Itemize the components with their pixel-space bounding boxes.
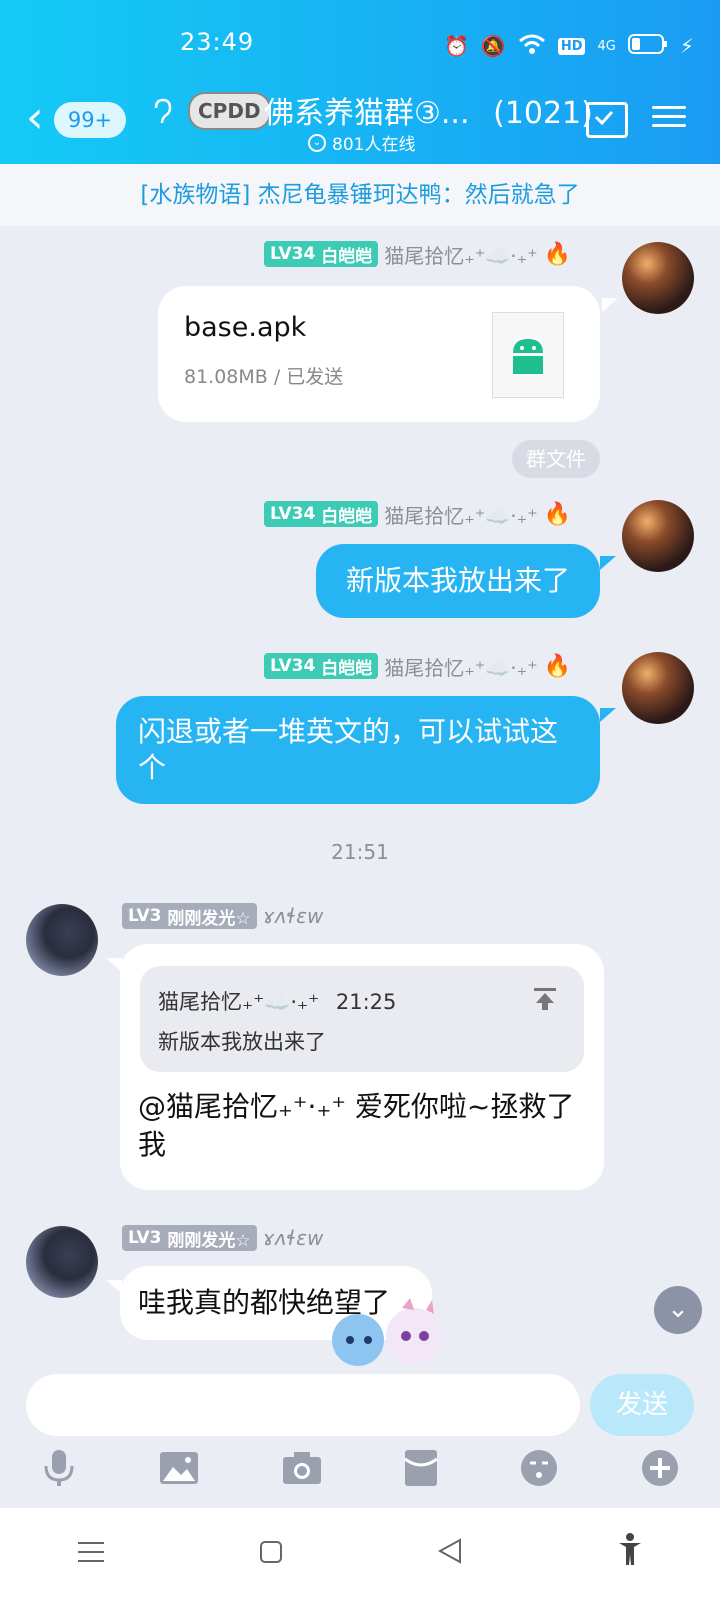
mute-icon: 🔕 xyxy=(480,34,506,58)
level-badge: LV34 白皑皑 xyxy=(264,241,379,267)
sender-name[interactable]: ɤʌɬɛw xyxy=(263,1226,324,1250)
sender-name[interactable]: 猫尾拾忆₊⁺☁️·₊⁺ xyxy=(384,500,538,529)
system-navigation-bar xyxy=(0,1508,720,1600)
avatar[interactable] xyxy=(622,500,694,572)
fire-icon: 🔥 xyxy=(543,241,572,267)
chevron-down-icon: ⌄ xyxy=(308,133,326,152)
file-card[interactable]: base.apk 81.08MB / 已发送 xyxy=(158,286,600,422)
wifi-icon xyxy=(518,33,546,60)
home-icon[interactable] xyxy=(259,1537,283,1572)
charging-icon: ⚡ xyxy=(679,34,694,58)
android-icon xyxy=(492,312,564,398)
unread-badge[interactable]: 99+ xyxy=(54,102,126,138)
chat-header: 23:49 ⏰ 🔕 HD 4G ⚡ ‹ 99+ CPDD 佛系养猫群③... (… xyxy=(0,0,720,164)
image-icon[interactable] xyxy=(159,1451,199,1494)
quoted-message[interactable]: 猫尾拾忆₊⁺☁️·₊⁺ 21:25 新版本我放出来了 xyxy=(140,966,584,1072)
sender-name[interactable]: 猫尾拾忆₊⁺☁️·₊⁺ xyxy=(384,652,538,681)
avatar[interactable] xyxy=(622,652,694,724)
sender-name[interactable]: 猫尾拾忆₊⁺☁️·₊⁺ xyxy=(384,240,538,269)
quote-header: 猫尾拾忆₊⁺☁️·₊⁺ 21:25 xyxy=(158,986,396,1016)
send-button[interactable]: 发送 xyxy=(590,1374,694,1436)
fire-icon: 🔥 xyxy=(543,501,572,527)
alarm-icon: ⏰ xyxy=(444,34,469,58)
signal-4g-icon: 4G xyxy=(597,38,616,54)
scroll-down-button[interactable]: ⌄ xyxy=(654,1286,702,1334)
bubble-tail xyxy=(602,298,618,312)
status-time: 23:49 xyxy=(180,28,255,56)
group-notice-bar[interactable]: [水族物语] 杰尼龟暴锤珂达鸭：然后就急了 xyxy=(0,164,720,226)
camera-icon[interactable] xyxy=(282,1451,322,1494)
avatar[interactable] xyxy=(26,904,98,976)
reply-bubble[interactable]: 猫尾拾忆₊⁺☁️·₊⁺ 21:25 新版本我放出来了 @猫尾拾忆₊⁺·₊⁺ 爱死… xyxy=(120,944,604,1190)
fire-icon: 🔥 xyxy=(543,653,572,679)
message-text: @猫尾拾忆₊⁺·₊⁺ 爱死你啦~拯救了我 xyxy=(138,1090,575,1161)
message-bubble[interactable]: 新版本我放出来了 xyxy=(316,544,600,618)
back-icon[interactable]: ‹ xyxy=(26,96,44,140)
battery-icon xyxy=(627,33,668,60)
accessibility-icon[interactable] xyxy=(617,1533,643,1575)
back-nav-icon[interactable] xyxy=(437,1537,462,1572)
group-name: 佛系养猫群③... xyxy=(264,96,470,131)
level-badge: LV34 白皑皑 xyxy=(264,653,379,679)
quote-sender: 猫尾拾忆₊⁺☁️·₊⁺ xyxy=(158,990,320,1014)
group-title[interactable]: 佛系养猫群③... (1021) xyxy=(264,88,593,132)
bubble-tail xyxy=(600,556,616,570)
avatar[interactable] xyxy=(26,1226,98,1298)
file-info: 81.08MB / 已发送 xyxy=(184,366,344,388)
quote-text: 新版本我放出来了 xyxy=(158,1030,326,1054)
jump-to-top-icon[interactable] xyxy=(532,986,558,1019)
member-count: (1021) xyxy=(493,96,593,131)
group-file-tag[interactable]: 群文件 xyxy=(512,440,600,478)
online-label: 801人在线 xyxy=(332,135,416,155)
group-tag-badge: CPDD xyxy=(188,92,271,130)
plus-icon[interactable] xyxy=(641,1449,679,1496)
bubble-tail xyxy=(600,708,616,722)
quote-time: 21:25 xyxy=(335,990,397,1014)
recents-icon[interactable] xyxy=(77,1537,104,1572)
menu-icon[interactable] xyxy=(652,100,686,133)
sticker-image[interactable] xyxy=(318,1296,446,1372)
level-badge: LV34 白皑皑 xyxy=(264,501,379,527)
level-badge: LV3 刚刚发光☆ xyxy=(122,903,257,929)
sender-meta: LV3 刚刚发光☆ ɤʌɬɛw xyxy=(122,902,323,930)
message-input[interactable] xyxy=(26,1374,580,1436)
emoji-icon[interactable] xyxy=(520,1449,558,1496)
microphone-icon[interactable] xyxy=(41,1448,77,1497)
red-packet-icon[interactable] xyxy=(404,1449,439,1496)
earpiece-icon[interactable] xyxy=(150,98,174,133)
calendar-check-icon[interactable] xyxy=(586,102,628,138)
sender-meta: LV3 刚刚发光☆ ɤʌɬɛw xyxy=(122,1224,323,1252)
level-badge: LV3 刚刚发光☆ xyxy=(122,1225,257,1251)
sender-meta: LV34 白皑皑 猫尾拾忆₊⁺☁️·₊⁺ 🔥 xyxy=(264,240,571,268)
input-toolbar xyxy=(0,1436,720,1508)
status-icons: ⏰ 🔕 HD 4G ⚡ xyxy=(444,28,694,64)
timestamp: 21:51 xyxy=(331,840,389,864)
sender-meta: LV34 白皑皑 猫尾拾忆₊⁺☁️·₊⁺ 🔥 xyxy=(264,652,571,680)
file-name: base.apk xyxy=(184,312,307,343)
online-count[interactable]: ⌄ 801人在线 xyxy=(308,130,415,155)
avatar[interactable] xyxy=(622,242,694,314)
message-bubble[interactable]: 闪退或者一堆英文的，可以试试这个 xyxy=(116,696,600,804)
hd-icon: HD xyxy=(557,37,586,55)
sender-meta: LV34 白皑皑 猫尾拾忆₊⁺☁️·₊⁺ 🔥 xyxy=(264,500,571,528)
sender-name[interactable]: ɤʌɬɛw xyxy=(263,904,324,928)
